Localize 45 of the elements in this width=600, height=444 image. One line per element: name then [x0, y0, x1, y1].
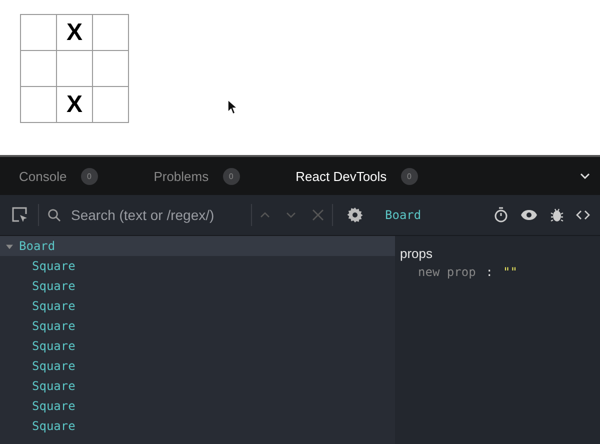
panel-tab[interactable]: Console: [19, 168, 67, 184]
component-name[interactable]: Square: [32, 379, 76, 393]
board-square[interactable]: [93, 15, 129, 51]
count-badge: 0: [400, 168, 418, 184]
prop-value[interactable]: "": [503, 265, 518, 279]
board-square[interactable]: [21, 51, 57, 87]
search-field[interactable]: Search (text or /regex/): [69, 206, 243, 224]
settings-icon[interactable]: [347, 207, 363, 223]
component-name[interactable]: Square: [32, 359, 76, 373]
eye-icon[interactable]: [520, 209, 538, 221]
board-square[interactable]: [21, 15, 57, 51]
count-badge: 0: [80, 168, 98, 184]
panel-tab[interactable]: React DevTools: [296, 168, 387, 184]
prop-separator: :: [486, 265, 494, 279]
tree-row[interactable]: Board: [0, 236, 395, 256]
component-name[interactable]: Square: [32, 259, 76, 273]
search-icon[interactable]: [47, 208, 61, 222]
props-heading: props: [400, 246, 434, 261]
chevron-down-icon[interactable]: [580, 173, 590, 179]
down-icon[interactable]: [286, 212, 296, 218]
board-square[interactable]: [93, 87, 129, 123]
board-square[interactable]: X: [57, 15, 93, 51]
component-name[interactable]: Square: [32, 399, 76, 413]
board-square[interactable]: [21, 87, 57, 123]
count-badge: 0: [222, 168, 240, 184]
board-square[interactable]: [57, 51, 93, 87]
bug-icon[interactable]: [550, 207, 564, 223]
panel-tab[interactable]: Problems: [154, 168, 209, 184]
component-name[interactable]: Square: [32, 279, 76, 293]
stopwatch-icon[interactable]: [494, 207, 508, 223]
close-icon[interactable]: [312, 209, 324, 221]
component-name[interactable]: Square: [32, 319, 76, 333]
up-icon[interactable]: [260, 212, 270, 218]
expanded-triangle-icon[interactable]: [6, 242, 13, 250]
component-name: Board: [19, 239, 56, 253]
inspect-icon[interactable]: [10, 205, 30, 225]
board-square[interactable]: X: [57, 87, 93, 123]
prop-name[interactable]: new prop: [418, 265, 476, 279]
selected-component: Board: [385, 208, 422, 222]
cursor-icon: [227, 99, 237, 115]
component-name[interactable]: Square: [32, 339, 76, 353]
component-name[interactable]: Square: [32, 299, 76, 313]
code-icon[interactable]: [576, 210, 590, 220]
component-name[interactable]: Square: [32, 419, 76, 433]
board-square[interactable]: [93, 51, 129, 87]
